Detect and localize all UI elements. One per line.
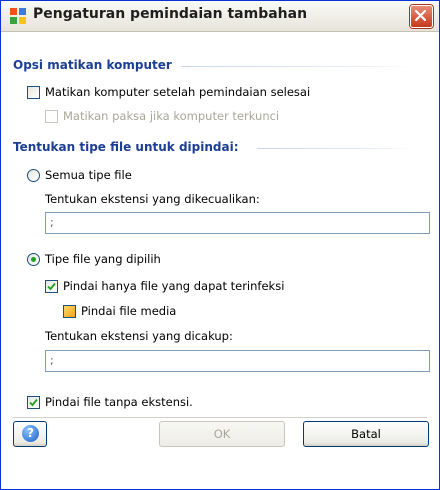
ok-button[interactable]: OK [159, 421, 285, 447]
media-files-label: Pindai file media [81, 304, 177, 318]
all-file-types-radio[interactable] [27, 168, 40, 182]
avg-app-icon [10, 8, 26, 24]
close-icon [415, 10, 426, 21]
close-button[interactable] [410, 5, 433, 28]
shutdown-after-scan-checkbox[interactable] [27, 85, 40, 99]
infectable-only-label: Pindai hanya file yang dapat terinfeksi [63, 279, 285, 293]
check-icon [29, 398, 38, 406]
no-extension-label: Pindai file tanpa ekstensi. [45, 395, 193, 409]
no-extension-option[interactable]: Pindai file tanpa ekstensi. [27, 395, 193, 409]
infectable-only-checkbox[interactable] [45, 279, 58, 293]
selected-file-types-label: Tipe file yang dipilih [45, 252, 161, 266]
dialog-window: Pengaturan pemindaian tambahan Opsi mati… [0, 0, 440, 490]
footer-divider [13, 417, 427, 418]
all-file-types-option[interactable]: Semua tipe file [27, 168, 132, 182]
shutdown-after-scan-option[interactable]: Matikan komputer setelah pemindaian sele… [27, 85, 310, 99]
force-shutdown-label: Matikan paksa jika komputer terkunci [63, 109, 280, 123]
section-heading-shutdown: Opsi matikan komputer [13, 58, 172, 72]
question-icon: ? [22, 425, 39, 442]
window-title: Pengaturan pemindaian tambahan [33, 6, 308, 22]
all-file-types-label: Semua tipe file [45, 168, 132, 182]
included-extensions-input[interactable]: ; [45, 350, 430, 372]
selected-file-types-radio[interactable] [27, 252, 40, 266]
media-files-checkbox[interactable] [63, 304, 76, 318]
dialog-body: Opsi matikan komputer Matikan komputer s… [1, 32, 439, 489]
infectable-only-option[interactable]: Pindai hanya file yang dapat terinfeksi [45, 279, 284, 293]
no-extension-checkbox[interactable] [27, 395, 40, 409]
excluded-extensions-label: Tentukan ekstensi yang dikecualikan: [45, 192, 260, 206]
excluded-extensions-input[interactable]: ; [45, 212, 430, 234]
shutdown-after-scan-label: Matikan komputer setelah pemindaian sele… [45, 85, 311, 99]
section-heading-filetypes: Tentukan tipe file untuk dipindai: [13, 140, 239, 154]
help-button[interactable]: ? [13, 421, 47, 447]
cancel-button[interactable]: Batal [303, 421, 429, 447]
check-icon [47, 282, 56, 290]
selected-file-types-option[interactable]: Tipe file yang dipilih [27, 252, 161, 266]
force-shutdown-checkbox[interactable] [45, 109, 58, 123]
force-shutdown-option[interactable]: Matikan paksa jika komputer terkunci [45, 109, 279, 123]
section-divider [181, 66, 411, 67]
included-extensions-label: Tentukan ekstensi yang dicakup: [45, 329, 233, 343]
title-bar[interactable]: Pengaturan pemindaian tambahan [1, 1, 439, 32]
media-files-option[interactable]: Pindai file media [63, 304, 176, 318]
section-divider [257, 148, 411, 149]
